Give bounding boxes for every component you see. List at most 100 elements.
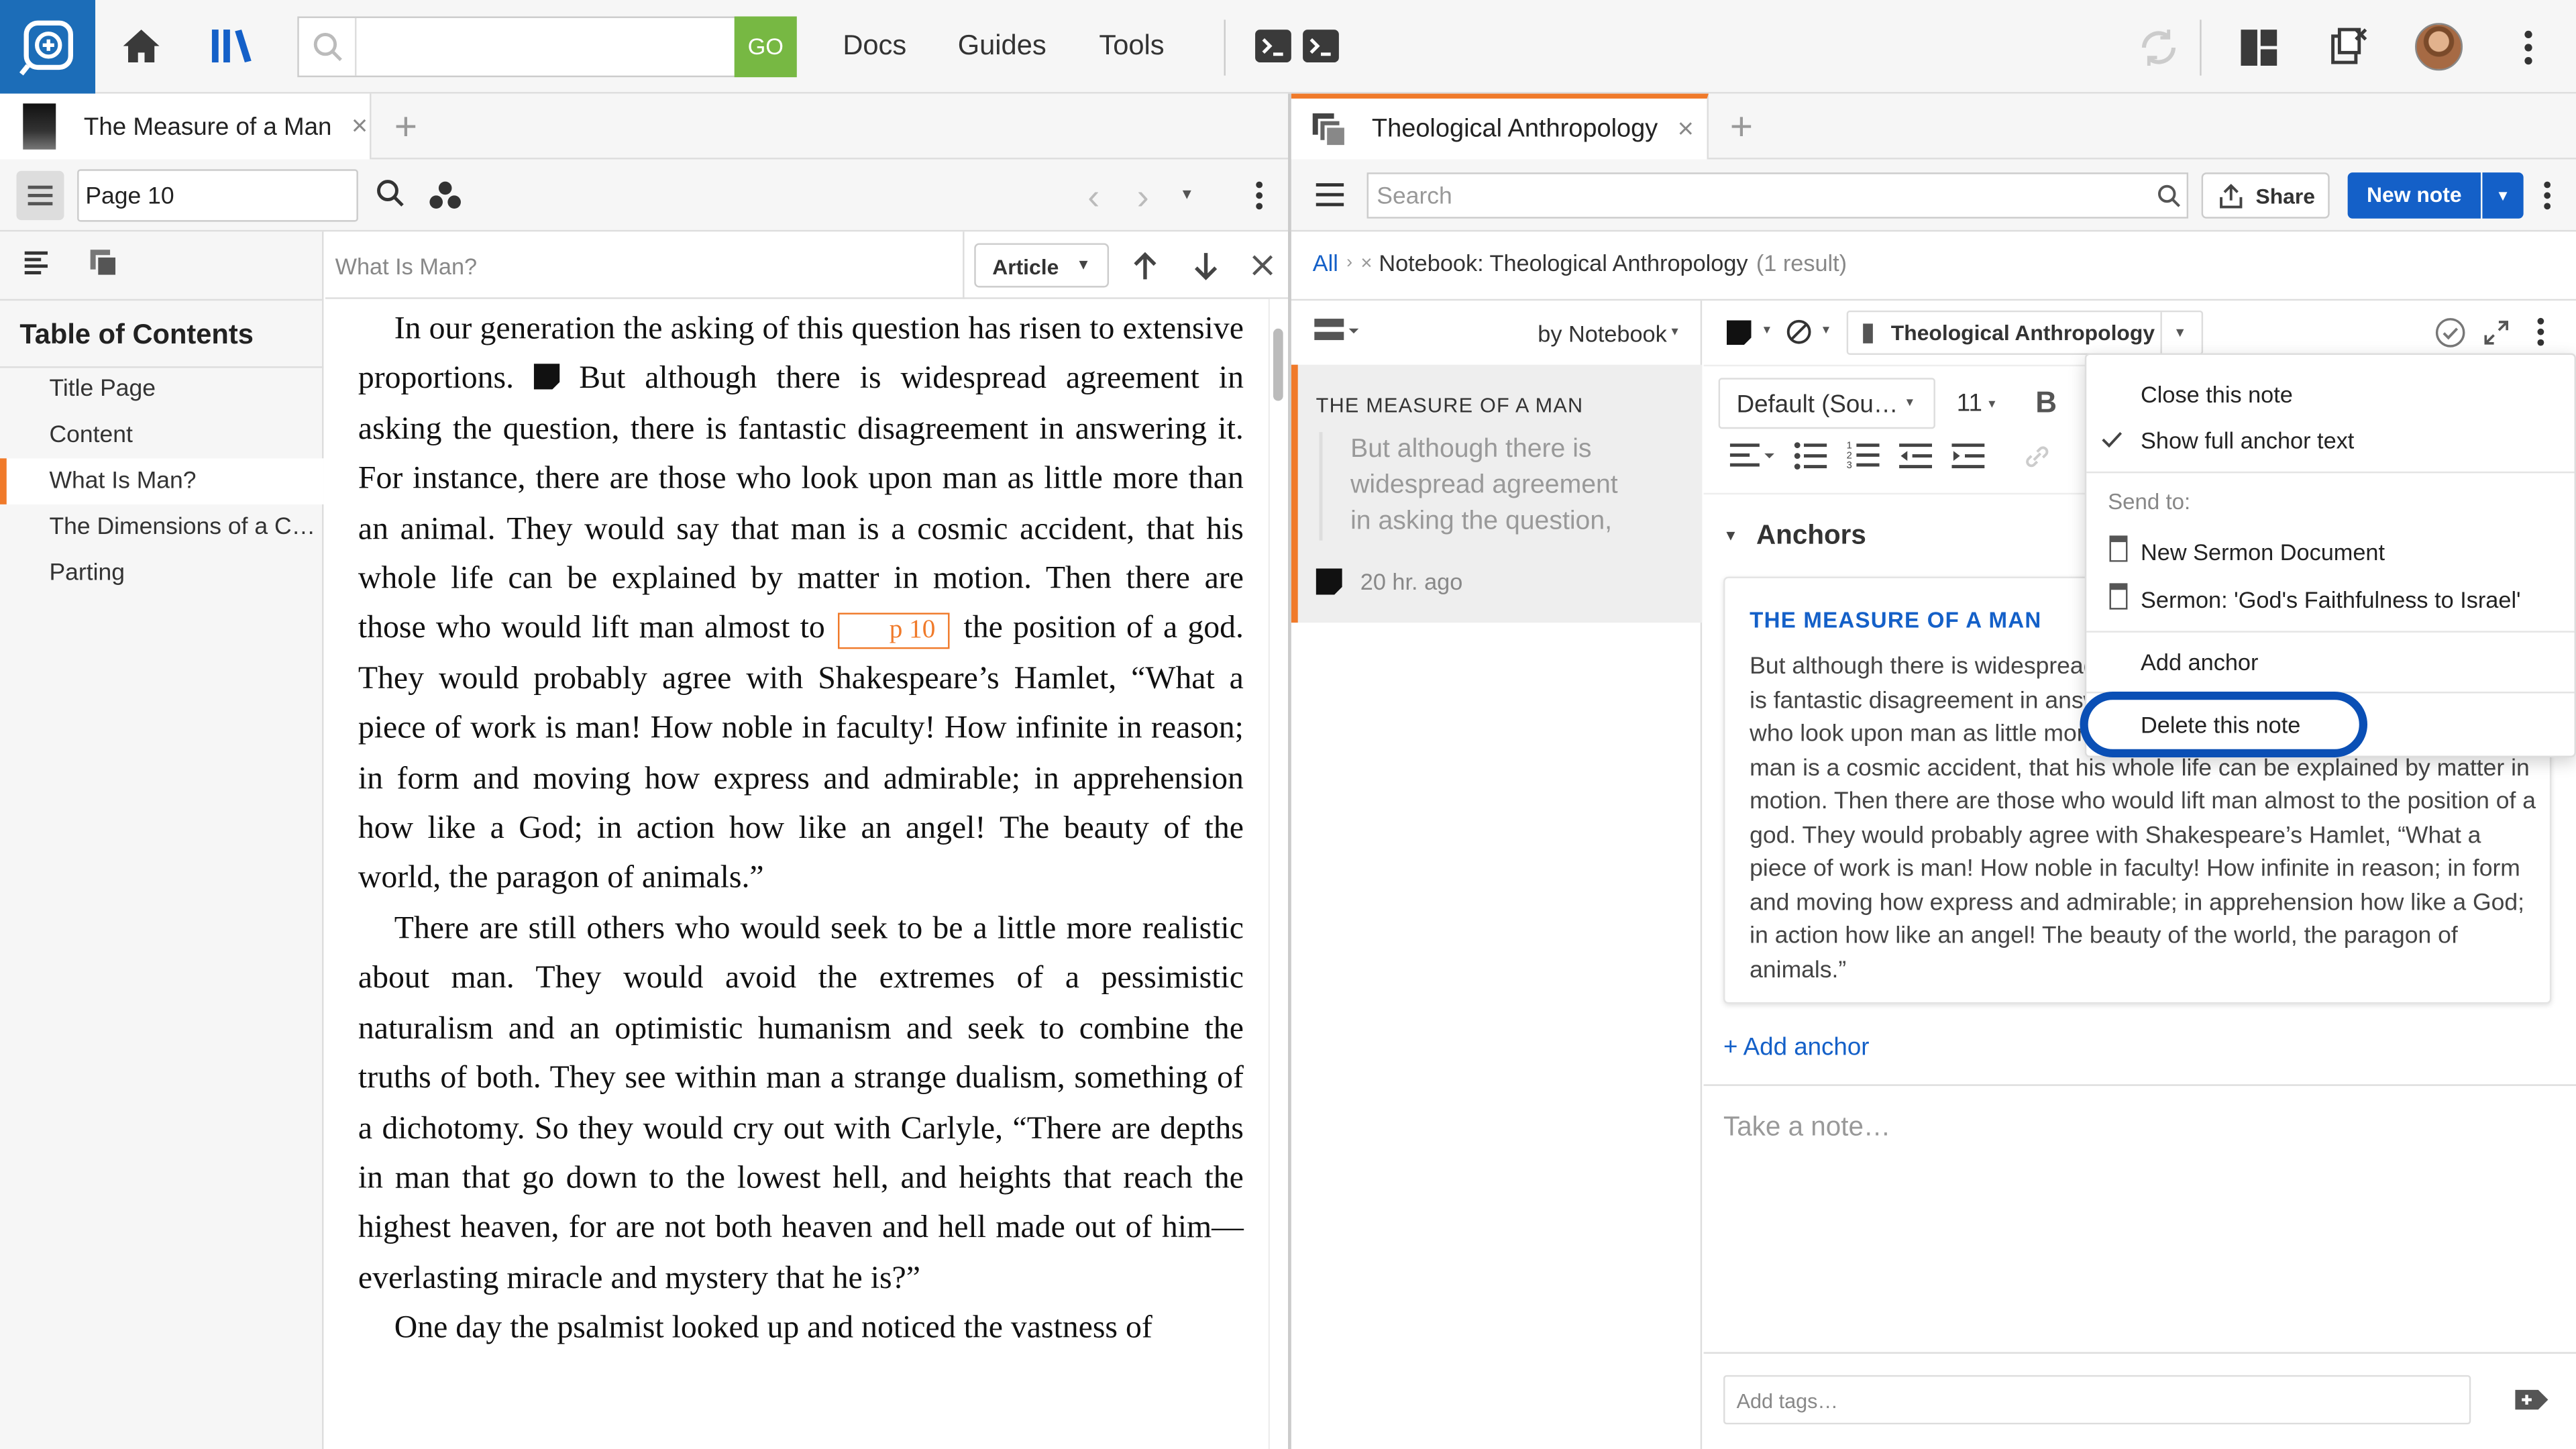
chevron-down-icon[interactable]: ▼ [1986,399,1998,411]
find-input[interactable]: What Is Man? [335,253,478,279]
numbered-list-icon[interactable]: 123 [1847,440,1880,470]
indent-icon[interactable] [1951,442,1985,470]
chevron-down-icon: ▼ [1076,256,1091,273]
scrollbar-track[interactable] [1268,299,1289,1449]
paragraph-2: There are still others who would seek to… [358,911,1244,1296]
font-select[interactable]: Default (Sou… ▼ [1718,378,1935,429]
divider [1703,1084,2576,1086]
add-tab-icon[interactable]: + [394,105,417,152]
search-box[interactable] [297,16,797,78]
note-list-item[interactable]: THE MEASURE OF A MAN But although there … [1291,364,1703,623]
divider [963,231,965,299]
font-size-select[interactable]: 11 [1957,389,1982,417]
note-body-input[interactable]: Take a note… [1723,1112,1890,1144]
chevron-down-icon[interactable]: ▼ [1820,325,1831,337]
link-icon[interactable] [2024,445,2050,468]
add-tab-icon[interactable]: + [1730,105,1753,152]
anchor-source[interactable]: THE MEASURE OF A MAN [1750,608,2041,633]
menu-add-anchor[interactable]: Add anchor [2141,649,2258,675]
avatar[interactable] [2415,23,2463,71]
note-menu-icon[interactable] [2536,317,2544,347]
sort-select[interactable]: by Notebook [1538,321,1667,347]
library-icon[interactable] [210,28,256,64]
bold-icon[interactable]: B [2035,386,2057,421]
toc-item-parting[interactable]: Parting [49,560,125,586]
toc-list-icon[interactable] [23,250,49,276]
align-icon[interactable] [1729,442,1776,468]
book-cover-icon [23,103,56,150]
notes-icon [1311,111,1347,147]
go-button[interactable]: GO [734,16,797,78]
menu-send-new-sermon[interactable]: New Sermon Document [2141,539,2385,565]
new-note-button[interactable]: New note [2347,172,2481,219]
toc-item-dimensions[interactable]: The Dimensions of a C… [49,515,315,541]
document-icon [2109,535,2128,562]
arrow-down-icon[interactable] [1194,252,1218,281]
chevron-down-icon[interactable]: ▼ [1761,325,1772,337]
hamburger-icon[interactable] [1316,182,1344,207]
menu-send-sermon-faithfulness[interactable]: Sermon: 'God's Faithfulness to Israel' [2141,586,2521,612]
toc-item-content[interactable]: Content [49,422,132,448]
search-icon[interactable] [376,179,406,209]
history-dropdown-icon[interactable]: ▼ [1179,186,1194,202]
share-button[interactable]: Share [2201,172,2330,219]
page-marker[interactable]: p 10 [838,612,951,649]
more-menu-icon[interactable] [2524,30,2534,66]
forward-icon[interactable]: › [1137,176,1149,219]
scrollbar-thumb[interactable] [1273,328,1283,401]
no-highlight-icon[interactable] [1786,319,1812,345]
view-mode-icon[interactable] [1314,317,1360,343]
outdent-icon[interactable] [1899,442,1933,470]
toc-item-what-is-man[interactable]: What Is Man? [49,468,196,494]
remove-filter-icon[interactable]: × [1360,252,1372,274]
done-check-icon[interactable] [2434,317,2466,349]
new-note-dropdown-icon[interactable]: ▼ [2482,172,2524,219]
collapse-icon[interactable]: ▼ [1723,527,1738,543]
chevron-down-icon: ▼ [1669,327,1681,339]
notebook-select[interactable]: Theological Anthropology ▼ [1846,310,2204,355]
visual-filter-icon[interactable] [429,180,462,210]
layout-icon[interactable] [2241,30,2277,66]
close-find-icon[interactable] [1252,255,1273,276]
terminal-alt-icon[interactable] [1303,30,1339,63]
close-icon[interactable]: × [352,110,368,143]
expand-icon[interactable] [2484,321,2509,345]
panel-menu-icon[interactable] [1255,180,1263,210]
nav-tools[interactable]: Tools [1099,30,1164,62]
terminal-icon[interactable] [1255,30,1291,63]
note-marker-icon[interactable] [533,364,560,390]
close-panels-icon[interactable] [2330,26,2369,66]
home-icon[interactable] [120,26,163,66]
back-icon[interactable]: ‹ [1087,176,1099,219]
arrow-up-icon[interactable] [1134,252,1157,281]
panel-menu-icon[interactable] [2543,180,2551,210]
tab-measure-of-a-man[interactable]: The Measure of a Man × [0,93,372,160]
paragraph-1b: But although there is widespread agreeme… [358,362,1244,647]
breadcrumb-notebook: Notebook: Theological Anthropology [1379,250,1748,276]
nav-guides[interactable]: Guides [958,30,1046,62]
menu-show-full-anchor[interactable]: Show full anchor text [2141,427,2354,453]
breadcrumb-all[interactable]: All [1313,250,1338,276]
check-icon [2101,431,2123,449]
nav-docs[interactable]: Docs [843,30,906,62]
tab-theological-anthropology[interactable]: Theological Anthropology × [1291,93,1709,160]
search-icon [312,32,345,64]
add-anchor-link[interactable]: + Add anchor [1723,1033,1870,1061]
add-tag-icon[interactable] [2514,1385,2550,1415]
note-style-icon[interactable] [1726,320,1752,345]
pages-icon[interactable] [89,248,118,278]
notes-search-input[interactable]: Search [1366,172,2189,219]
article-select[interactable]: Article ▼ [974,243,1110,288]
sync-icon[interactable] [2137,26,2180,69]
note-source: THE MEASURE OF A MAN [1316,394,1584,418]
toc-toggle-button[interactable] [16,170,64,221]
bullet-list-icon[interactable] [1794,442,1827,470]
divider [2086,631,2575,633]
tags-input[interactable]: Add tags… [1723,1375,2471,1425]
menu-delete-note[interactable]: Delete this note [2141,711,2300,737]
app-logo-icon[interactable] [0,0,96,94]
page-input[interactable]: Page 10 [77,169,358,222]
close-icon[interactable]: × [1678,113,1694,146]
toc-item-title-page[interactable]: Title Page [49,376,156,402]
menu-close-note[interactable]: Close this note [2141,381,2293,407]
